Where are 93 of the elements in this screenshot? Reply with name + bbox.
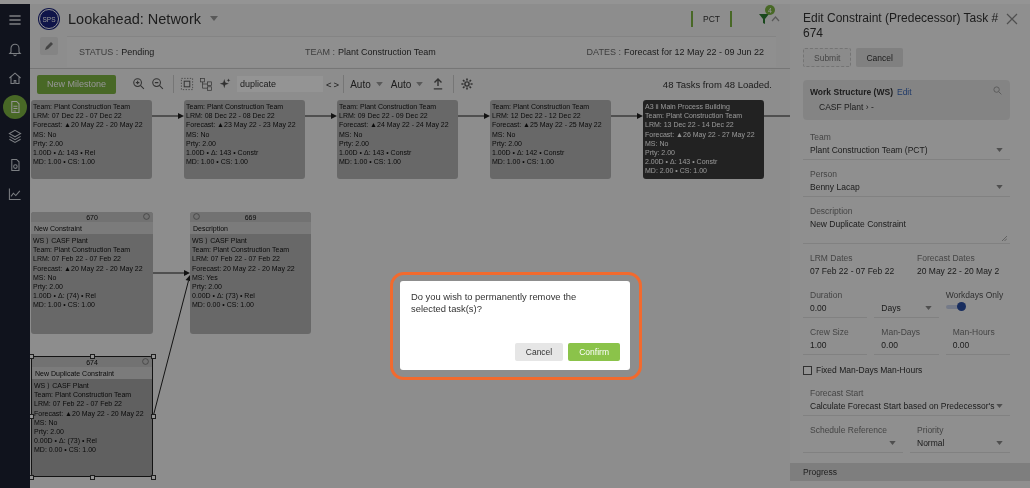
field-label: Forecast Start [810,387,865,399]
breadcrumb: CASF Plant › - [818,101,875,112]
connector-line [763,115,790,117]
auto-dropdown[interactable]: Auto [390,78,424,90]
pencil-icon [44,41,54,51]
bell-icon [7,41,23,57]
field-label: Workdays Only [945,289,1005,301]
caret-icon[interactable] [210,16,218,22]
field-label: Crew Size [810,326,850,338]
select-value: Benny Lacap [810,181,860,194]
caret-icon [996,148,1003,152]
edit-button[interactable] [40,37,58,55]
field-label: Description [810,205,854,217]
selection-handle[interactable] [89,474,95,480]
field-label: LRM Dates [810,252,854,264]
close-icon [1006,13,1018,25]
chart-icon [7,186,23,202]
caret-icon [996,185,1003,189]
home-icon [7,70,23,86]
edit-link[interactable]: Edit [896,87,912,97]
auto-dropdown[interactable]: Auto [350,78,383,90]
task-count: 48 Tasks from 48 Loaded. [662,78,772,90]
field-value: Forecast for 12 May 22 - 09 Jun 22 [623,46,764,57]
select-field[interactable]: Normal [917,436,1010,450]
menu-icon [7,12,23,28]
cancel-button[interactable]: Cancel [514,343,564,361]
settings-icon[interactable] [460,77,475,91]
select-field[interactable]: Plant Construction Team (PCT) [810,143,1010,157]
input-field[interactable]: 0.00 [810,301,868,315]
field-label: DATES : [586,46,621,57]
next-button[interactable]: > [332,78,341,90]
team-chip[interactable]: PCT [691,11,732,27]
selection-handle[interactable] [89,353,95,359]
checkbox-label: Fixed Man-Days Man-Hours [816,365,923,375]
panel-title: Edit Constraint (Predecessor) Task # 674 [803,11,1000,41]
select-value: Days [881,302,901,315]
field-label: Team [810,131,832,143]
input-field[interactable]: 0.00 [952,338,1010,352]
field-label: Forecast Dates [917,252,976,264]
field-value: Plant Construction Team [337,46,436,57]
selection-handle[interactable] [30,353,34,359]
resize-grip-icon[interactable] [1002,236,1007,241]
caret-icon [996,404,1003,408]
caret-icon [924,306,932,310]
connector-arrow [304,113,337,119]
field-value: 20 May 22 - 20 May 2 [917,265,1001,278]
toggle-switch[interactable] [945,303,966,311]
field-label: Man-Hours [952,326,996,338]
page-title: Lookahead: Network [68,11,201,27]
field-label: Man-Days [881,326,922,338]
cancel-button[interactable]: Cancel [856,48,903,67]
select-value: Plant Construction Team (PCT) [810,144,928,157]
previous-button[interactable]: < [325,78,333,90]
layers-icon [7,128,23,144]
card-title: Work Structure (WS) [810,87,893,97]
text-area[interactable]: New Duplicate Constraint [810,217,1010,231]
field-label: STATUS : [79,46,119,57]
field-label: Duration [810,289,844,301]
field-value: Pending [121,46,155,57]
search-field[interactable]: duplicate [237,76,324,92]
sidebar-button[interactable] [3,95,27,119]
caret-icon [889,441,896,445]
connector-arrow [457,113,490,119]
caret-icon [996,441,1003,445]
field-label: Priority [917,424,945,436]
caret-icon [416,81,424,87]
filter-icon[interactable] [759,14,769,24]
caret-icon [375,81,383,87]
input-field[interactable]: 0.00 [881,338,939,352]
zoom-out-icon[interactable] [151,77,166,91]
field-label: Schedule Reference [810,424,889,436]
dialog-message: Do you wish to permanently remove the selected task(s)? [411,291,578,316]
chevron-up-icon[interactable] [771,16,780,22]
select-value: Normal [917,437,945,450]
field-value: 07 Feb 22 - 07 Feb 22 [810,265,896,278]
field-label: TEAM : [304,46,335,57]
selection-handle[interactable] [30,474,34,480]
select-box-icon[interactable] [180,77,195,91]
selection-handle[interactable] [150,414,156,419]
section-header[interactable]: Progress [790,463,1030,481]
hierarchy-icon[interactable] [199,77,214,91]
selection-handle[interactable] [30,414,34,419]
field-label: Person [810,168,838,180]
selection-handle[interactable] [150,474,156,480]
input-field[interactable]: 1.00 [810,338,868,352]
checkbox[interactable] [803,365,812,375]
select-field[interactable]: Benny Lacap [810,180,1010,194]
zoom-in-icon[interactable] [132,77,147,91]
selection-handle[interactable] [150,353,156,359]
close-button[interactable] [1006,13,1018,25]
select-field[interactable]: Days [881,301,939,315]
connector-arrow [151,113,184,119]
connector-arrow [610,113,643,119]
